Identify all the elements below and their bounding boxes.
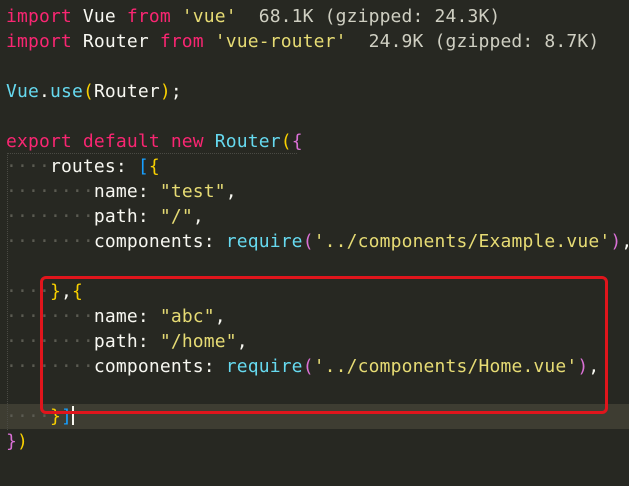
comma: , [621, 231, 629, 252]
code-line-1[interactable]: import Vue from 'vue' 68.1K (gzipped: 24… [6, 4, 500, 29]
close-paren: ) [610, 231, 622, 252]
indent-whitespace: ········ [6, 231, 94, 252]
dot: . [38, 81, 50, 102]
import-size-annotation: 68.1K (gzipped: 24.3K) [236, 6, 501, 27]
close-paren: ) [159, 81, 171, 102]
close-brace: } [6, 431, 17, 452]
colon: : [115, 156, 138, 177]
close-paren: ) [17, 431, 28, 452]
component-path: '../components/Example.vue' [313, 231, 611, 252]
open-bracket: [ [137, 156, 149, 177]
module-string: 'vue-router' [203, 31, 347, 52]
annotation-highlight-box [40, 276, 608, 414]
import-name: Vue [71, 6, 127, 27]
code-line-4[interactable]: Vue.use(Router); [6, 79, 182, 104]
router-class: Router [203, 131, 281, 152]
indent-whitespace: ········ [6, 206, 94, 227]
name-value: "test" [159, 181, 226, 202]
import-size-annotation: 24.9K (gzipped: 8.7K) [346, 31, 600, 52]
code-editor[interactable]: import Vue from 'vue' 68.1K (gzipped: 24… [0, 0, 629, 486]
colon: : [137, 181, 160, 202]
colon: : [203, 231, 226, 252]
keyword-from: from [126, 6, 171, 27]
keyword-import: import [6, 6, 72, 27]
keyword-import: import [6, 31, 72, 52]
code-line-7[interactable]: ····routes: [{ [6, 154, 160, 179]
colon: : [137, 206, 160, 227]
code-line-6[interactable]: export default new Router({ [6, 129, 303, 154]
code-line-18[interactable]: }) [6, 429, 28, 454]
open-brace: { [291, 131, 303, 152]
path-value: "/" [159, 206, 193, 227]
name-key: name [93, 181, 138, 202]
code-line-8[interactable]: ········name: "test", [6, 179, 237, 204]
comma: , [225, 181, 237, 202]
keyword-new: new [159, 131, 204, 152]
module-string: 'vue' [170, 6, 237, 27]
vue-object: Vue [6, 81, 39, 102]
indent-whitespace: ········ [6, 181, 94, 202]
open-paren: ( [280, 131, 292, 152]
open-paren: ( [82, 81, 94, 102]
code-line-2[interactable]: import Router from 'vue-router' 24.9K (g… [6, 29, 599, 54]
require-function: require [225, 231, 303, 252]
open-paren: ( [302, 231, 314, 252]
semicolon: ; [170, 81, 182, 102]
code-line-10[interactable]: ········components: require('../componen… [6, 229, 629, 254]
import-name: Router [71, 31, 160, 52]
keyword-default: default [71, 131, 160, 152]
router-arg: Router [93, 81, 160, 102]
use-method: use [49, 81, 83, 102]
keyword-from: from [159, 31, 204, 52]
keyword-export: export [6, 131, 72, 152]
code-line-9[interactable]: ········path: "/", [6, 204, 204, 229]
path-key: path [93, 206, 138, 227]
open-brace: { [148, 156, 160, 177]
comma: , [192, 206, 204, 227]
indent-whitespace: ···· [6, 156, 50, 177]
routes-key: routes [49, 156, 116, 177]
components-key: components [93, 231, 204, 252]
